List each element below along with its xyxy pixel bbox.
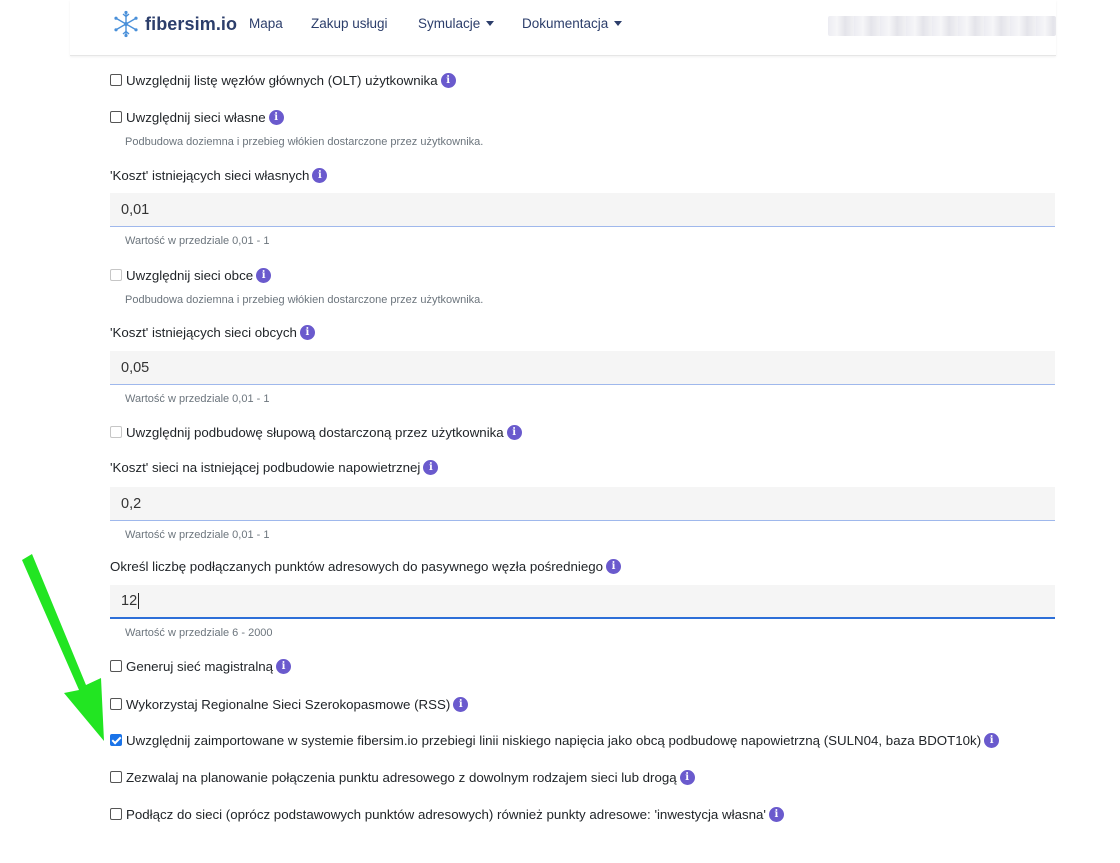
backbone-label: Generuj sieć magistralną bbox=[126, 659, 274, 674]
info-icon[interactable]: i bbox=[453, 697, 469, 712]
own-networks-label: Uwzględnij sieci własne bbox=[126, 110, 266, 125]
address-points-value: 12 bbox=[121, 593, 138, 609]
backbone-option[interactable]: Generuj sieć magistralną i bbox=[110, 659, 292, 674]
own-cost-label: 'Koszt' istniejących sieci własnych bbox=[110, 168, 310, 183]
foreign-cost-input[interactable]: 0,05 bbox=[110, 351, 1055, 385]
own-cost-help: Wartość w przedziale 0,01 - 1 bbox=[125, 235, 270, 247]
aerial-cost-label: 'Koszt' sieci na istniejącej podbudowie … bbox=[110, 460, 421, 475]
foreign-cost-label: 'Koszt' istniejących sieci obcych bbox=[110, 325, 297, 340]
top-navbar: fibersim.io Mapa Zakup usługi Symulacje … bbox=[70, 0, 1056, 56]
info-icon[interactable]: i bbox=[423, 460, 439, 475]
foreign-networks-checkbox[interactable] bbox=[110, 269, 122, 281]
address-points-label-row: Określ liczbę podłączanych punktów adres… bbox=[110, 559, 622, 574]
rss-label: Wykorzystaj Regionalne Sieci Szerokopasm… bbox=[126, 697, 451, 712]
info-icon[interactable]: i bbox=[984, 733, 1000, 748]
caret-down-icon bbox=[486, 21, 495, 26]
foreign-networks-option[interactable]: Uwzględnij sieci obce i bbox=[110, 268, 272, 283]
foreign-networks-label: Uwzględnij sieci obce bbox=[126, 268, 254, 283]
own-networks-option[interactable]: Uwzględnij sieci własne i bbox=[110, 110, 284, 125]
nav-link-zakup-uslugi[interactable]: Zakup usługi bbox=[311, 16, 388, 31]
info-icon[interactable]: i bbox=[312, 168, 328, 183]
own-networks-help: Podbudowa doziemna i przebieg włókien do… bbox=[125, 136, 484, 148]
foreign-cost-help: Wartość w przedziale 0,01 - 1 bbox=[125, 393, 270, 405]
user-menu-blurred[interactable] bbox=[828, 16, 1056, 36]
foreign-networks-help: Podbudowa doziemna i przebieg włókien do… bbox=[125, 294, 484, 306]
low-voltage-checkbox[interactable] bbox=[110, 734, 122, 746]
own-investment-checkbox[interactable] bbox=[110, 808, 122, 820]
own-investment-label: Podłącz do sieci (oprócz podstawowych pu… bbox=[126, 807, 766, 822]
address-points-input[interactable]: 12 bbox=[110, 585, 1055, 619]
brand-logo[interactable]: fibersim.io bbox=[112, 10, 237, 38]
olt-label: Uwzględnij listę węzłów głównych (OLT) u… bbox=[126, 73, 438, 88]
nav-link-mapa[interactable]: Mapa bbox=[249, 16, 283, 31]
own-investment-option[interactable]: Podłącz do sieci (oprócz podstawowych pu… bbox=[110, 807, 784, 822]
own-cost-label-row: 'Koszt' istniejących sieci własnych i bbox=[110, 168, 328, 183]
info-icon[interactable]: i bbox=[299, 325, 315, 340]
info-icon[interactable]: i bbox=[679, 770, 695, 785]
nav-dropdown-dokumentacja-label: Dokumentacja bbox=[522, 16, 609, 31]
poles-checkbox[interactable] bbox=[110, 426, 122, 438]
info-icon[interactable]: i bbox=[768, 807, 784, 822]
nav-dropdown-dokumentacja[interactable]: Dokumentacja bbox=[522, 16, 623, 31]
own-cost-value: 0,01 bbox=[121, 201, 150, 218]
text-cursor bbox=[138, 593, 140, 609]
nav-dropdown-symulacje[interactable]: Symulacje bbox=[418, 16, 495, 31]
any-route-label: Zezwalaj na planowanie połączenia punktu… bbox=[126, 770, 677, 785]
caret-down-icon bbox=[614, 21, 623, 26]
any-route-option[interactable]: Zezwalaj na planowanie połączenia punktu… bbox=[110, 770, 695, 785]
aerial-cost-input[interactable]: 0,2 bbox=[110, 487, 1055, 521]
poles-label: Uwzględnij podbudowę słupową dostarczoną… bbox=[126, 425, 504, 440]
poles-option[interactable]: Uwzględnij podbudowę słupową dostarczoną… bbox=[110, 425, 522, 440]
any-route-checkbox[interactable] bbox=[110, 771, 122, 783]
info-icon[interactable]: i bbox=[606, 559, 622, 574]
low-voltage-label: Uwzględnij zaimportowane w systemie fibe… bbox=[126, 733, 982, 748]
address-points-help: Wartość w przedziale 6 - 2000 bbox=[125, 627, 273, 639]
info-icon[interactable]: i bbox=[440, 73, 456, 88]
address-points-label: Określ liczbę podłączanych punktów adres… bbox=[110, 559, 604, 574]
own-cost-input[interactable]: 0,01 bbox=[110, 193, 1055, 227]
own-networks-checkbox[interactable] bbox=[110, 111, 122, 123]
backbone-checkbox[interactable] bbox=[110, 660, 122, 672]
rss-option[interactable]: Wykorzystaj Regionalne Sieci Szerokopasm… bbox=[110, 697, 469, 712]
foreign-cost-label-row: 'Koszt' istniejących sieci obcych i bbox=[110, 325, 315, 340]
olt-option[interactable]: Uwzględnij listę węzłów głównych (OLT) u… bbox=[110, 73, 456, 88]
info-icon[interactable]: i bbox=[256, 268, 272, 283]
info-icon[interactable]: i bbox=[506, 425, 522, 440]
aerial-cost-value: 0,2 bbox=[121, 495, 142, 512]
olt-checkbox[interactable] bbox=[110, 74, 122, 86]
low-voltage-option[interactable]: Uwzględnij zaimportowane w systemie fibe… bbox=[110, 733, 1000, 748]
info-icon[interactable]: i bbox=[276, 659, 292, 674]
aerial-cost-help: Wartość w przedziale 0,01 - 1 bbox=[125, 529, 270, 541]
nav-dropdown-symulacje-label: Symulacje bbox=[418, 16, 481, 31]
info-icon[interactable]: i bbox=[268, 110, 284, 125]
rss-checkbox[interactable] bbox=[110, 698, 122, 710]
aerial-cost-label-row: 'Koszt' sieci na istniejącej podbudowie … bbox=[110, 460, 439, 475]
snowflake-network-icon bbox=[114, 10, 138, 38]
foreign-cost-value: 0,05 bbox=[121, 359, 150, 376]
brand-name: fibersim.io bbox=[145, 13, 238, 34]
